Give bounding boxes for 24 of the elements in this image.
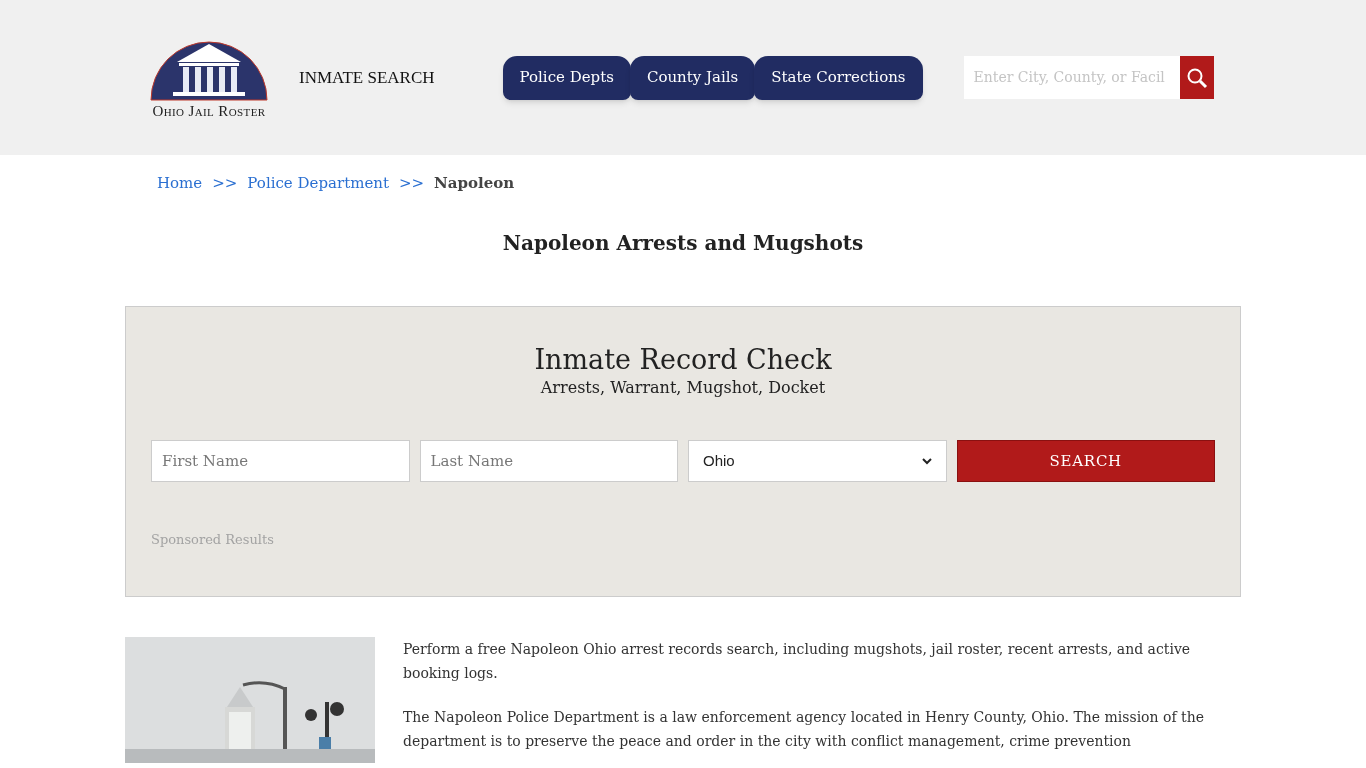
search-icon — [1185, 66, 1208, 89]
logo-text: Ohio Jail Roster — [152, 104, 266, 119]
sponsored-results-label: Sponsored Results — [151, 531, 275, 550]
breadcrumb-link[interactable]: Home — [157, 172, 203, 195]
state-select[interactable]: Ohio — [688, 440, 947, 483]
record-check-title: Inmate Record Check — [533, 342, 833, 377]
description-paragraph: The Napoleon Police Department is a law enforcement agency located in Henry County, Ohio. The mission of the department is to preserve the peace and order in the city with conflict management, crime prevention — [403, 707, 1205, 751]
inmate-search-link[interactable]: INMATE SEARCH — [299, 64, 435, 91]
nav-tab[interactable]: County Jails — [629, 55, 756, 100]
search-submit-button[interactable]: SEARCH — [956, 440, 1215, 483]
nav-tab[interactable]: Police Depts — [502, 55, 631, 100]
breadcrumb-separator: >> — [398, 173, 425, 194]
search-field[interactable]: Enter City, County, or Facil — [963, 56, 1180, 99]
last-name-field[interactable]: Last Name — [419, 440, 678, 483]
record-check-subtitle: Arrests, Warrant, Mugshot, Docket — [539, 377, 827, 400]
page-title: Napoleon Arrests and Mugshots — [501, 229, 865, 257]
chevron-down-icon — [921, 457, 932, 465]
breadcrumb-separator: >> — [212, 173, 238, 194]
first-name-field[interactable]: First Name — [151, 440, 410, 483]
description-paragraph: Perform a free Napoleon Ohio arrest records search, including mugshots, jail roster, recent arrests, and active booking logs. — [403, 639, 1192, 683]
breadcrumb-current: Napoleon — [434, 173, 515, 194]
search-button[interactable] — [1179, 56, 1214, 99]
breadcrumb-link[interactable]: Police Department — [247, 172, 389, 195]
nav-tab[interactable]: State Corrections — [754, 55, 923, 100]
